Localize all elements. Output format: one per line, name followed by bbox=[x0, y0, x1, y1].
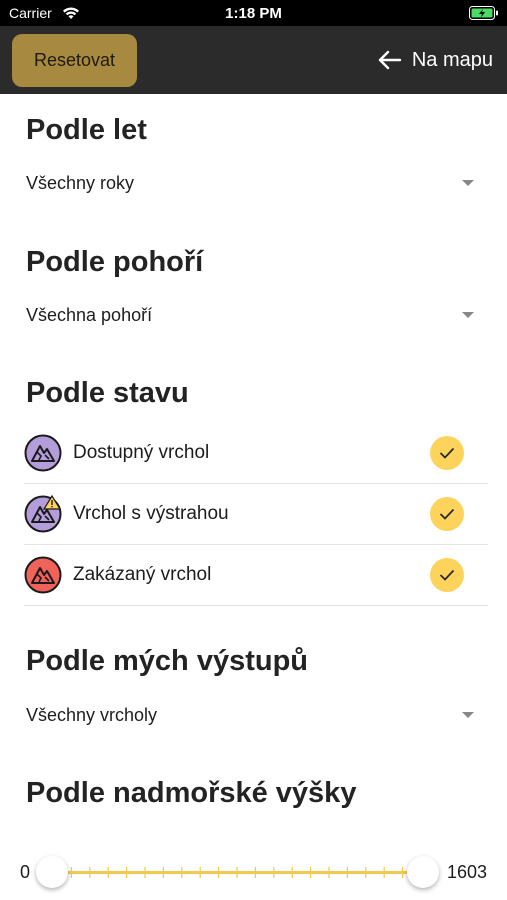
checkbox-available[interactable] bbox=[430, 436, 464, 470]
section-title-years: Podle let bbox=[26, 114, 147, 146]
climbs-dropdown[interactable]: Všechny vrcholy bbox=[26, 700, 480, 730]
state-row-label: Zakázaný vrchol bbox=[73, 564, 212, 585]
state-row-forbidden[interactable]: Zakázaný vrchol bbox=[24, 545, 488, 606]
section-title-climbs: Podle mých výstupů bbox=[26, 645, 309, 677]
warning-peak-icon bbox=[24, 495, 62, 533]
ranges-dropdown[interactable]: Všechna pohoří bbox=[26, 300, 480, 330]
arrow-left-icon bbox=[378, 50, 402, 70]
status-bar: Carrier 1:18 PM bbox=[0, 0, 507, 26]
section-title-ranges: Podle pohoří bbox=[26, 246, 204, 278]
state-row-warning[interactable]: Vrchol s výstrahou bbox=[24, 484, 488, 545]
climbs-dropdown-value: Všechny vrcholy bbox=[26, 704, 158, 725]
checkmark-icon bbox=[439, 569, 455, 581]
caret-down-icon bbox=[462, 180, 474, 186]
battery-charging-icon bbox=[469, 6, 498, 20]
caret-down-icon bbox=[462, 312, 474, 318]
back-to-map-button[interactable]: Na mapu bbox=[378, 46, 493, 74]
section-title-state: Podle stavu bbox=[26, 377, 189, 409]
years-dropdown-value: Všechny roky bbox=[26, 172, 135, 193]
checkbox-warning[interactable] bbox=[430, 497, 464, 531]
altitude-min-label: 0 bbox=[20, 862, 31, 882]
clock: 1:18 PM bbox=[225, 5, 282, 22]
altitude-slider-ticks bbox=[52, 867, 422, 878]
checkbox-forbidden[interactable] bbox=[430, 558, 464, 592]
forbidden-peak-icon bbox=[24, 556, 62, 594]
checkmark-icon bbox=[439, 447, 455, 459]
checkmark-icon bbox=[439, 508, 455, 520]
altitude-max-label: 1603 bbox=[446, 862, 487, 882]
available-peak-icon bbox=[24, 434, 62, 472]
back-to-map-label: Na mapu bbox=[411, 48, 493, 71]
state-row-label: Vrchol s výstrahou bbox=[73, 503, 229, 524]
top-nav-bar: Resetovat Na mapu bbox=[0, 26, 507, 94]
ranges-dropdown-value: Všechna pohoří bbox=[26, 304, 153, 325]
state-row-label: Dostupný vrchol bbox=[73, 442, 210, 463]
state-row-available[interactable]: Dostupný vrchol bbox=[24, 423, 488, 484]
caret-down-icon bbox=[462, 712, 474, 718]
years-dropdown[interactable]: Všechny roky bbox=[26, 168, 480, 198]
reset-button[interactable]: Resetovat bbox=[12, 34, 137, 87]
altitude-slider-max-handle[interactable] bbox=[407, 856, 439, 888]
section-title-altitude: Podle nadmořské výšky bbox=[26, 777, 357, 809]
altitude-slider-min-handle[interactable] bbox=[36, 856, 68, 888]
